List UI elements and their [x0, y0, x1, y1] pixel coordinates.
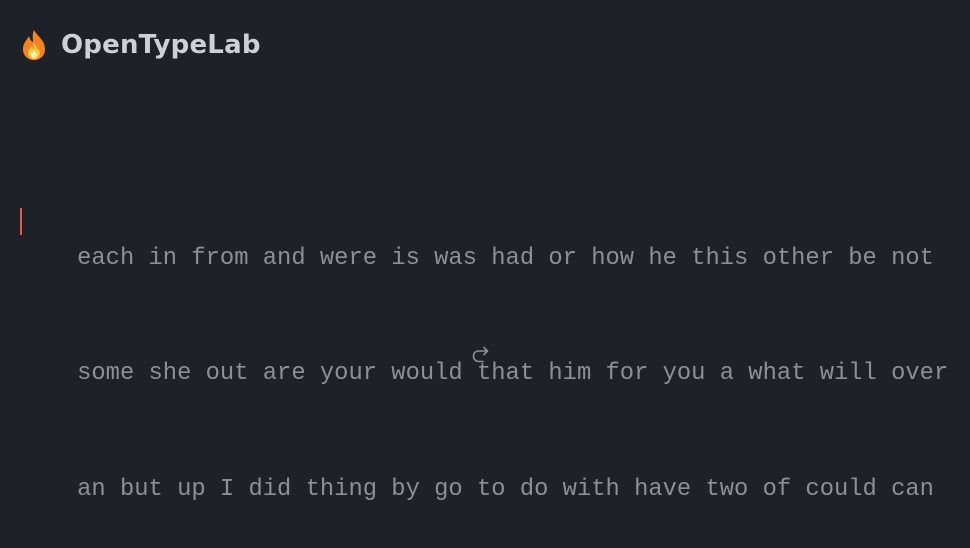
typing-area[interactable]: each in from and were is was had or how …: [20, 201, 950, 548]
word-line-3-text: an but up I did thing by go to do with h…: [77, 475, 934, 503]
word-line-1: each in from and were is was had or how …: [20, 201, 950, 317]
app-header: OpenTypeLab: [21, 24, 261, 66]
word-line-3: an but up I did thing by go to do with h…: [20, 432, 950, 548]
text-caret: [20, 208, 22, 235]
restart-button[interactable]: [468, 342, 494, 368]
brand-title[interactable]: OpenTypeLab: [61, 30, 261, 60]
flame-icon: [23, 30, 45, 60]
word-line-2-text: some she out are your would that him for…: [77, 360, 949, 387]
word-line-2: some she out are your would that him for…: [20, 317, 950, 433]
word-line-1-text: each in from and were is was had or how …: [77, 244, 934, 272]
redo-arrow-icon: [472, 346, 489, 363]
